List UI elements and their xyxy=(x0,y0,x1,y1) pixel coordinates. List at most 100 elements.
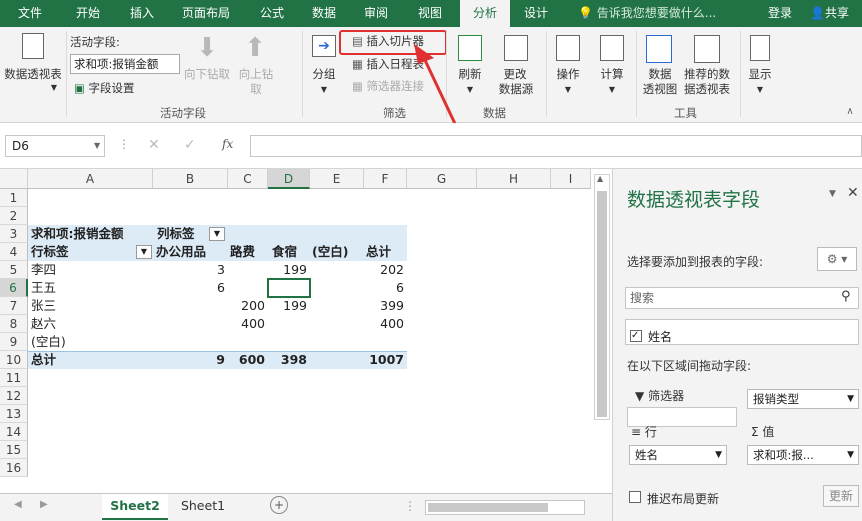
row-header[interactable]: 10 xyxy=(0,351,28,369)
filters-area-label: ▼ 筛选器 xyxy=(635,387,684,404)
row-header[interactable]: 2 xyxy=(0,207,28,225)
pivot-col-header: (空白) xyxy=(312,244,349,259)
column-header[interactable]: H xyxy=(477,169,551,189)
pivot-cell: 6 xyxy=(217,280,225,295)
next-sheet-icon[interactable]: ▶ xyxy=(40,499,48,510)
add-sheet-icon[interactable]: + xyxy=(270,496,288,514)
pivot-total-label: 总计 xyxy=(31,352,57,367)
tab-view[interactable]: 视图 xyxy=(408,0,452,27)
name-box[interactable]: D6 xyxy=(5,135,105,157)
chevron-down-icon[interactable]: ▼ xyxy=(44,81,64,95)
tab-review[interactable]: 审阅 xyxy=(354,0,398,27)
collapse-ribbon-icon[interactable]: ∧ xyxy=(842,105,858,119)
row-header[interactable]: 8 xyxy=(0,315,28,333)
row-header[interactable]: 15 xyxy=(0,441,28,459)
login-button[interactable]: 登录 xyxy=(768,0,792,27)
field-checkbox[interactable]: ✓ xyxy=(630,330,642,342)
tab-insert[interactable]: 插入 xyxy=(120,0,164,27)
column-header[interactable]: G xyxy=(407,169,477,189)
column-header[interactable]: I xyxy=(551,169,591,189)
spreadsheet-grid[interactable]: A B C D E F G H I 1 2 3 4 5 6 7 8 9 10 1… xyxy=(0,169,612,493)
chevron-down-icon[interactable]: ▼ xyxy=(560,83,576,97)
actions-button[interactable]: 操作 xyxy=(550,67,586,81)
scroll-thumb[interactable] xyxy=(428,503,548,512)
tab-page-layout[interactable]: 页面布局 xyxy=(174,0,238,27)
pivot-table-button[interactable]: 数据透视表 xyxy=(2,67,64,81)
formula-input[interactable] xyxy=(250,135,862,157)
chevron-down-icon[interactable]: ▼ xyxy=(94,141,100,150)
row-header[interactable]: 1 xyxy=(0,189,28,207)
tab-data[interactable]: 数据 xyxy=(302,0,346,27)
show-button[interactable]: 显示 xyxy=(742,67,778,81)
tell-me-box[interactable]: 💡 告诉我您想要做什么... xyxy=(578,0,716,27)
insert-function-button[interactable]: fx xyxy=(222,137,233,151)
pivot-chart-button[interactable]: 数据 xyxy=(640,67,680,81)
column-header[interactable]: A xyxy=(28,169,153,189)
values-field-dropdown[interactable]: 求和项:报... ▼ xyxy=(747,445,859,465)
confirm-icon[interactable]: ✓ xyxy=(184,137,196,153)
pivot-cell: 200 xyxy=(241,298,265,313)
filter-dropdown-icon[interactable]: ▼ xyxy=(136,245,152,259)
chevron-down-icon[interactable]: ▼ xyxy=(316,83,332,97)
recommended-pivot-icon xyxy=(694,35,720,63)
drill-up-button[interactable]: 向上钻 xyxy=(236,67,276,81)
column-header[interactable]: F xyxy=(364,169,407,189)
sheet-tab[interactable]: Sheet2 xyxy=(102,494,168,520)
recommended-pivot-button[interactable]: 推荐的数 xyxy=(680,67,734,81)
row-header[interactable]: 16 xyxy=(0,459,28,477)
drill-down-button[interactable]: 向下钻取 xyxy=(182,67,232,81)
update-button[interactable]: 更新 xyxy=(823,485,859,507)
columns-field-dropdown[interactable]: 报销类型 ▼ xyxy=(747,389,859,409)
close-icon[interactable]: ✕ xyxy=(847,185,859,201)
group-button[interactable]: 分组 xyxy=(306,67,342,81)
tab-home[interactable]: 开始 xyxy=(66,0,110,27)
row-header[interactable]: 14 xyxy=(0,423,28,441)
calculations-button[interactable]: 计算 xyxy=(594,67,630,81)
drag-fields-label: 在以下区域间拖动字段: xyxy=(627,359,752,373)
row-header[interactable]: 12 xyxy=(0,387,28,405)
chevron-down-icon[interactable]: ▼ xyxy=(604,83,620,97)
column-header[interactable]: C xyxy=(228,169,268,189)
select-all-corner[interactable] xyxy=(0,169,28,189)
row-header[interactable]: 6 xyxy=(0,279,28,297)
rows-field-label: 姓名 xyxy=(635,448,658,462)
row-header[interactable]: 4 xyxy=(0,243,28,261)
sheet-tab[interactable]: Sheet1 xyxy=(170,494,236,520)
vertical-scrollbar[interactable]: ▲ xyxy=(594,174,610,420)
tell-me-text: 告诉我您想要做什么... xyxy=(596,6,717,20)
row-header[interactable]: 3 xyxy=(0,225,28,243)
row-header[interactable]: 13 xyxy=(0,405,28,423)
rows-field-dropdown[interactable]: 姓名 ▼ xyxy=(629,445,727,465)
scroll-up-icon[interactable]: ▲ xyxy=(597,174,603,183)
horizontal-scrollbar[interactable] xyxy=(425,500,585,515)
field-settings-button[interactable]: ▣ 字段设置 xyxy=(74,81,135,95)
field-search-input[interactable]: 搜索 xyxy=(625,287,859,309)
chevron-down-icon[interactable]: ▼ xyxy=(752,83,768,97)
row-header[interactable]: 7 xyxy=(0,297,28,315)
row-header[interactable]: 9 xyxy=(0,333,28,351)
selected-cell[interactable] xyxy=(267,278,311,298)
chevron-down-icon[interactable]: ▼ xyxy=(829,189,836,199)
chevron-down-icon: ▼ xyxy=(847,394,854,404)
row-header[interactable]: 5 xyxy=(0,261,28,279)
cancel-icon[interactable]: ✕ xyxy=(148,137,160,153)
share-button[interactable]: 👤共享 xyxy=(806,0,849,27)
tab-file[interactable]: 文件 xyxy=(8,0,52,27)
column-header[interactable]: B xyxy=(153,169,228,189)
scroll-thumb[interactable] xyxy=(597,191,607,417)
tab-design[interactable]: 设计 xyxy=(514,0,558,27)
more-icon: ⋮ xyxy=(404,499,416,513)
pivot-cell: 3 xyxy=(217,262,225,277)
calculations-icon xyxy=(600,35,624,61)
column-header[interactable]: D xyxy=(268,169,310,189)
tab-formulas[interactable]: 公式 xyxy=(250,0,294,27)
filter-dropdown-icon[interactable]: ▼ xyxy=(209,227,225,241)
change-source-button[interactable]: 更改 xyxy=(492,67,538,81)
row-header[interactable]: 11 xyxy=(0,369,28,387)
defer-checkbox[interactable] xyxy=(629,491,641,503)
tab-analyze[interactable]: 分析 xyxy=(460,0,510,27)
prev-sheet-icon[interactable]: ◀ xyxy=(14,499,22,510)
gear-icon[interactable]: ⚙ ▾ xyxy=(817,247,857,271)
column-header[interactable]: E xyxy=(310,169,364,189)
active-field-input[interactable]: 求和项:报销金额 xyxy=(70,54,180,74)
